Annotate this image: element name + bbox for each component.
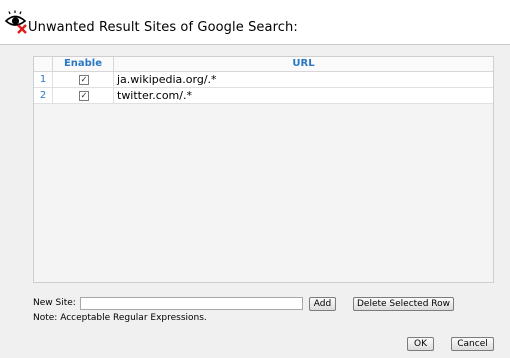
enable-cell: ✓ bbox=[53, 72, 114, 87]
dialog-title: Unwanted Result Sites of Google Search: bbox=[28, 20, 298, 35]
cancel-button[interactable]: Cancel bbox=[451, 337, 494, 351]
new-site-input[interactable] bbox=[80, 297, 303, 310]
eye-with-red-x-icon bbox=[4, 10, 27, 34]
regex-note: Note: Acceptable Regular Expressions. bbox=[33, 313, 207, 323]
enable-cell: ✓ bbox=[53, 88, 114, 103]
column-header-enable[interactable]: Enable bbox=[53, 57, 114, 71]
add-button[interactable]: Add bbox=[309, 297, 336, 311]
enable-checkbox[interactable]: ✓ bbox=[79, 75, 89, 85]
row-number: 1 bbox=[34, 72, 53, 87]
enable-checkbox[interactable]: ✓ bbox=[79, 91, 89, 101]
dialog-body: Enable URL 1 ✓ ja.wikipedia.org/.* 2 ✓ t… bbox=[0, 44, 510, 358]
delete-selected-row-button[interactable]: Delete Selected Row bbox=[353, 297, 454, 311]
url-cell[interactable]: twitter.com/.* bbox=[114, 88, 493, 103]
column-header-number bbox=[34, 57, 53, 71]
sites-table: Enable URL 1 ✓ ja.wikipedia.org/.* 2 ✓ t… bbox=[33, 56, 494, 283]
table-row[interactable]: 2 ✓ twitter.com/.* bbox=[34, 88, 493, 104]
url-cell[interactable]: ja.wikipedia.org/.* bbox=[114, 72, 493, 87]
column-header-url[interactable]: URL bbox=[114, 57, 493, 71]
table-header-row: Enable URL bbox=[34, 57, 493, 72]
table-row[interactable]: 1 ✓ ja.wikipedia.org/.* bbox=[34, 72, 493, 88]
dialog-header: Unwanted Result Sites of Google Search: bbox=[0, 0, 510, 44]
new-site-label: New Site: bbox=[33, 298, 76, 308]
row-number: 2 bbox=[34, 88, 53, 103]
ok-button[interactable]: OK bbox=[407, 337, 434, 351]
